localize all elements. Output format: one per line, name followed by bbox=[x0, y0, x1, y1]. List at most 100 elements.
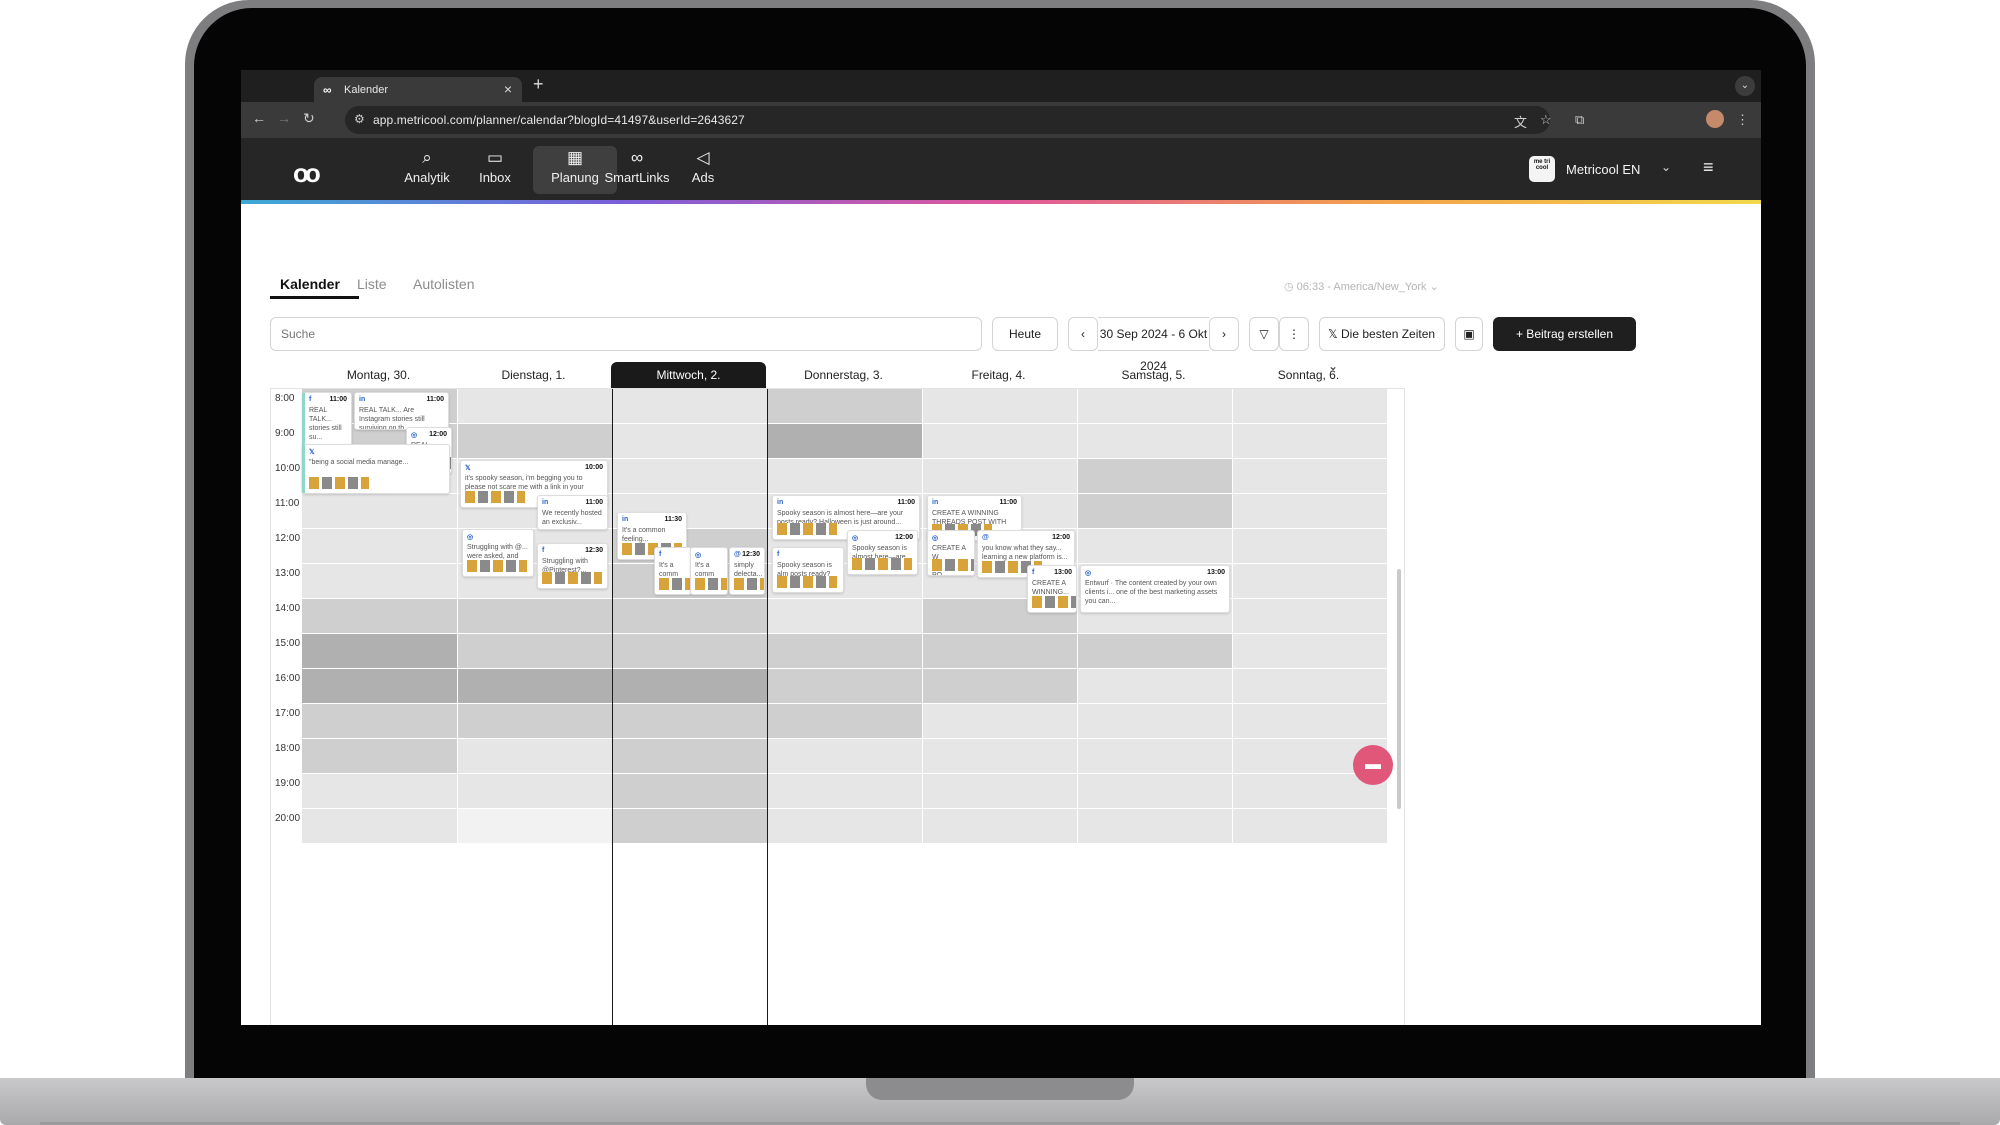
calendar-slot[interactable] bbox=[1077, 459, 1232, 494]
calendar-slot[interactable] bbox=[1232, 529, 1387, 564]
calendar-slot[interactable] bbox=[302, 669, 457, 704]
calendar-slot[interactable] bbox=[612, 669, 767, 704]
calendar-slot[interactable] bbox=[922, 634, 1077, 669]
calendar-slot[interactable] bbox=[612, 599, 767, 634]
calendar-slot[interactable] bbox=[767, 634, 922, 669]
calendar-slot[interactable] bbox=[457, 739, 612, 774]
calendar-slot[interactable] bbox=[1232, 669, 1387, 704]
day-header[interactable]: Mittwoch, 2. bbox=[611, 362, 766, 388]
date-range[interactable]: 30 Sep 2024 - 6 Okt 2024 bbox=[1098, 317, 1209, 373]
calendar-slot[interactable] bbox=[922, 739, 1077, 774]
calendar-slot[interactable] bbox=[612, 389, 767, 424]
bookmark-star-icon[interactable]: ☆ bbox=[1540, 112, 1552, 128]
calendar-slot[interactable] bbox=[302, 809, 457, 844]
calendar-slot[interactable] bbox=[1077, 669, 1232, 704]
today-button[interactable]: Heute bbox=[992, 317, 1058, 351]
browser-tab[interactable]: ∞ Kalender × bbox=[314, 77, 522, 102]
next-week-button[interactable]: › bbox=[1209, 317, 1239, 351]
day-header[interactable]: Montag, 30. bbox=[301, 362, 456, 388]
calendar-slot[interactable] bbox=[457, 669, 612, 704]
more-menu-icon[interactable]: ⋮ bbox=[1736, 112, 1749, 128]
calendar-slot[interactable] bbox=[457, 634, 612, 669]
calendar-slot[interactable] bbox=[767, 669, 922, 704]
calendar-scrollbar[interactable] bbox=[1397, 569, 1401, 809]
calendar-slot[interactable] bbox=[767, 739, 922, 774]
timezone-selector[interactable]: ◷ 06:33 - America/New_York ⌄ bbox=[1284, 280, 1439, 293]
calendar-slot[interactable] bbox=[1232, 494, 1387, 529]
chat-support-button[interactable]: ▬ bbox=[1353, 745, 1393, 785]
day-header[interactable]: Freitag, 4. bbox=[921, 362, 1076, 388]
calendar-slot[interactable] bbox=[302, 494, 457, 529]
calendar-slot[interactable] bbox=[612, 634, 767, 669]
day-header[interactable]: Sonntag, 6. bbox=[1231, 362, 1386, 388]
post-card[interactable]: 𝕏 "being a social media manage... bbox=[302, 444, 450, 494]
calendar-slot[interactable] bbox=[922, 459, 1077, 494]
post-card[interactable]: @12:30 simply delecta... bbox=[729, 547, 765, 595]
search-input[interactable] bbox=[270, 317, 982, 351]
calendar-slot[interactable] bbox=[922, 389, 1077, 424]
calendar-slot[interactable] bbox=[457, 704, 612, 739]
profile-avatar[interactable] bbox=[1706, 110, 1724, 128]
post-card[interactable]: in 11:00 We recently hosted an exclusiv... bbox=[537, 495, 608, 530]
metricool-logo-icon[interactable]: oo bbox=[293, 158, 321, 189]
calendar-slot[interactable] bbox=[457, 809, 612, 844]
calendar-slot[interactable] bbox=[1077, 529, 1232, 564]
chevron-down-icon[interactable]: ⌄ bbox=[1661, 160, 1671, 174]
calendar-slot[interactable] bbox=[1077, 494, 1232, 529]
calendar-slot[interactable] bbox=[612, 774, 767, 809]
calendar-slot[interactable] bbox=[922, 774, 1077, 809]
day-header[interactable]: Dienstag, 1. bbox=[456, 362, 611, 388]
post-card[interactable]: in 11:00 REAL TALK... Are Instagram storie… bbox=[354, 392, 449, 430]
calendar-slot[interactable] bbox=[1232, 459, 1387, 494]
post-card[interactable]: fIt's a comm feeling... bbox=[654, 547, 692, 595]
translate-icon[interactable]: 文 bbox=[1514, 112, 1527, 131]
site-info-icon[interactable]: ⚙ bbox=[354, 112, 365, 126]
calendar-slot[interactable] bbox=[922, 424, 1077, 459]
prev-week-button[interactable]: ‹ bbox=[1068, 317, 1098, 351]
tab-liste[interactable]: Liste bbox=[357, 276, 387, 292]
best-times-dropdown[interactable]: 𝕏 Die besten Zeiten ⌄ bbox=[1319, 317, 1445, 373]
calendar-slot[interactable] bbox=[1077, 424, 1232, 459]
calendar-slot[interactable] bbox=[767, 809, 922, 844]
more-options-button[interactable]: ⋮ bbox=[1279, 317, 1309, 351]
new-tab-icon[interactable]: + bbox=[533, 74, 544, 95]
calendar-slot[interactable] bbox=[457, 774, 612, 809]
post-card[interactable]: ◎Struggling with @... were asked, and we… bbox=[462, 529, 534, 577]
calendar-slot[interactable] bbox=[302, 599, 457, 634]
calendar-slot[interactable] bbox=[457, 424, 612, 459]
calendar-slot[interactable] bbox=[1232, 599, 1387, 634]
post-card[interactable]: fSpooky season is alm posts ready? Hallo… bbox=[772, 547, 844, 593]
calendar-slot[interactable] bbox=[1077, 389, 1232, 424]
tab-search-icon[interactable]: ⌄ bbox=[1735, 76, 1755, 96]
calendar-slot[interactable] bbox=[612, 739, 767, 774]
calendar-slot[interactable] bbox=[1232, 424, 1387, 459]
calendar-slot[interactable] bbox=[1232, 634, 1387, 669]
calendar-slot[interactable] bbox=[612, 459, 767, 494]
calendar-slot[interactable] bbox=[612, 704, 767, 739]
tab-kalender[interactable]: Kalender bbox=[280, 276, 340, 292]
calendar-slot[interactable] bbox=[302, 529, 457, 564]
nav-inbox[interactable]: ▭ Inbox bbox=[453, 146, 537, 194]
calendar-slot[interactable] bbox=[1232, 564, 1387, 599]
calendar-slot[interactable] bbox=[457, 599, 612, 634]
post-card[interactable]: ◎ 13:00 Entwurf · The content created by y… bbox=[1080, 565, 1230, 613]
post-card[interactable]: ◎12:00Spooky season is almost here—are..… bbox=[847, 530, 918, 575]
create-post-button[interactable]: + Beitrag erstellen bbox=[1493, 317, 1636, 351]
calendar-slot[interactable] bbox=[1232, 704, 1387, 739]
calendar-slot[interactable] bbox=[767, 389, 922, 424]
calendar-slot[interactable] bbox=[1077, 739, 1232, 774]
media-library-button[interactable]: ▣ bbox=[1455, 317, 1483, 351]
nav-ads[interactable]: ◁ Ads bbox=[661, 146, 745, 194]
back-icon[interactable]: ← bbox=[252, 110, 266, 126]
calendar-slot[interactable] bbox=[1077, 774, 1232, 809]
day-header[interactable]: Samstag, 5. bbox=[1076, 362, 1231, 388]
calendar-slot[interactable] bbox=[767, 459, 922, 494]
close-icon[interactable]: × bbox=[504, 81, 512, 97]
calendar-slot[interactable] bbox=[302, 634, 457, 669]
calendar-slot[interactable] bbox=[1232, 809, 1387, 844]
calendar-slot[interactable] bbox=[612, 424, 767, 459]
post-card[interactable]: ◎CREATE A W THREADS PO... bbox=[927, 530, 975, 576]
calendar-slot[interactable] bbox=[922, 809, 1077, 844]
calendar-slot[interactable] bbox=[612, 809, 767, 844]
calendar-slot[interactable] bbox=[302, 774, 457, 809]
